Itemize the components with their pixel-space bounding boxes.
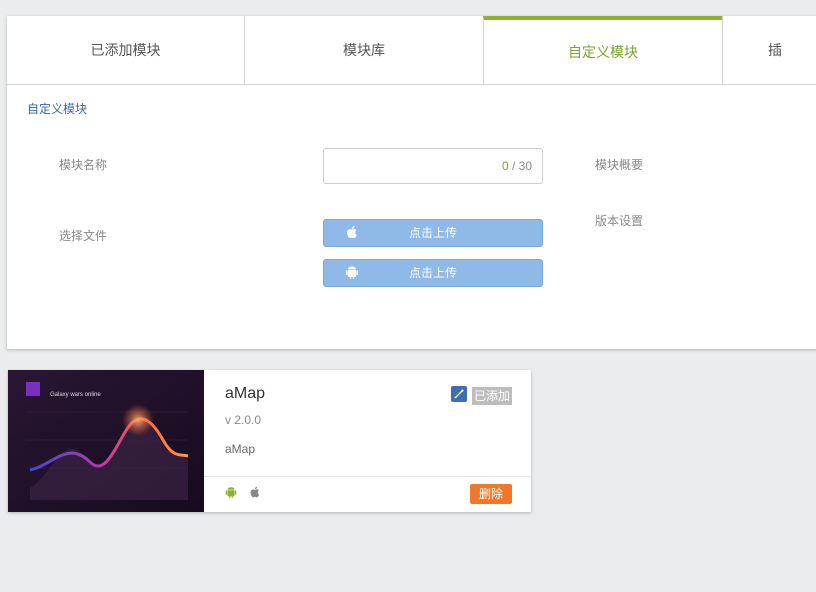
custom-module-panel: 已添加模块 模块库 自定义模块 插 自定义模块 模块名称 0 / 30 模块概要… [7,16,816,349]
tab-plugin[interactable]: 插 [722,16,816,84]
apple-icon [346,226,357,239]
module-title: aMap [225,385,266,402]
android-icon [346,266,358,279]
module-name-input[interactable]: 0 / 30 [323,148,543,184]
thumb-title: Galaxy wars online [50,392,101,398]
tab-module-library[interactable]: 模块库 [245,16,483,84]
tab-added-modules[interactable]: 已添加模块 [7,16,245,84]
pencil-icon [454,389,464,399]
section-title: 自定义模块 [27,102,88,116]
upload-android-button[interactable]: 点击上传 [323,259,543,287]
module-summary-label: 模块概要 [595,158,644,172]
module-card: Galaxy wars online aMap v 2.0.0 aMap 已添加… [8,370,531,512]
edit-button[interactable] [451,386,467,402]
module-version: v 2.0.0 [225,413,262,427]
delete-button[interactable]: 删除 [470,484,512,504]
module-description: aMap [225,442,256,456]
tab-bar: 已添加模块 模块库 自定义模块 插 [7,16,816,85]
upload-ios-label: 点击上传 [408,226,457,240]
version-settings-label: 版本设置 [595,214,644,228]
select-file-label: 选择文件 [59,229,108,243]
android-icon [225,487,237,499]
module-name-label: 模块名称 [59,158,108,172]
card-divider [204,476,531,477]
apple-icon [250,486,260,498]
tab-custom-module[interactable]: 自定义模块 [483,16,722,84]
upload-ios-button[interactable]: 点击上传 [323,219,543,247]
upload-android-label: 点击上传 [408,266,457,280]
char-counter: 0 / 30 [501,159,532,173]
module-thumbnail: Galaxy wars online [8,370,204,512]
added-badge: 已添加 [472,387,512,405]
